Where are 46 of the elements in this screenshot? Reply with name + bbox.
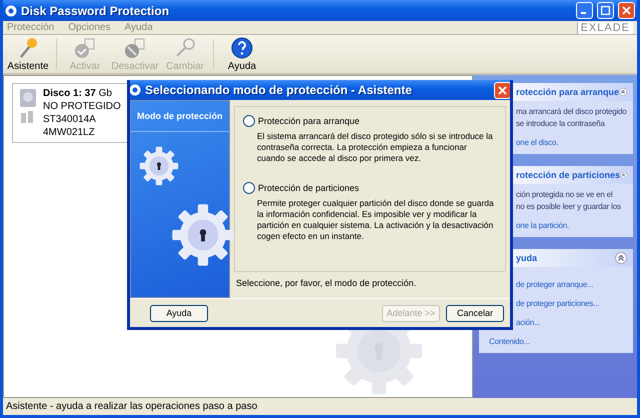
radio-option[interactable]: Protección para arranque [243,115,497,127]
window-title: Disk Password Protection [21,4,170,18]
collapse-icon[interactable] [619,86,627,98]
dialog-title: Seleccionando modo de protección - Asistente [145,83,413,97]
option-description: El sistema arrancará del disco protegido sólo si se introduce la contraseña correcta. La protección empieza a funcionar cuando se accede al disco por primera vez. [257,131,494,164]
menu-item[interactable]: Protección [7,22,54,33]
help-icon [231,36,253,58]
gear-lock-icon [139,146,179,186]
task-card-title: yuda [516,253,538,263]
radio-option[interactable]: Protección de particiones [243,182,497,194]
disk-name: Disco 1: 37 Gb [43,87,113,100]
task-description: ma arrancará del disco protegido [515,106,628,117]
collapse-icon[interactable] [620,169,627,181]
disk-serial: 4MW021LZ [43,126,96,139]
radio-button[interactable] [243,182,255,194]
close-button[interactable] [618,2,635,19]
gear-lock-icon [171,203,235,267]
close-icon [498,86,507,94]
close-icon [622,6,631,15]
radio-button[interactable] [243,115,255,127]
menu-item[interactable]: Opciones [68,22,110,33]
task-card-title: rotección para arranque [516,87,620,97]
task-link[interactable]: Contenido... [479,336,633,347]
minimize-button[interactable] [576,2,593,19]
toolbar-button[interactable]: Ayuda [217,35,267,73]
dialog-button[interactable]: Ayuda [150,304,208,322]
step-title: Modo de protección [137,111,222,121]
maximize-icon [601,6,610,15]
dialog-button[interactable]: Cancelar [446,304,504,322]
app-icon [130,84,141,96]
logo: EXLADE [576,22,633,34]
disk-model: ST340014A [43,113,97,126]
collapse-icon[interactable] [615,252,627,264]
option-description: Permite proteger cualquier partición del disco donde se guarda la información confidencial. Es imposible ver y modificar la partición en cualquier sistema. La activación y la desactivación cogen efecto en un instante. [257,198,495,242]
status-text: Asistente - ayuda a realizar las operaciones paso a paso [6,401,258,412]
task-description: ción protegida no se ve en el [515,189,614,200]
menu-item[interactable]: Ayuda [124,22,153,33]
lock-check-icon [73,36,97,58]
toolbar-button[interactable]: Asistente [3,35,53,73]
maximize-button[interactable] [597,2,614,19]
task-card-title: rotección de particiones [516,170,620,180]
close-button[interactable] [494,82,510,98]
app-icon [5,4,17,16]
disk-status: NO PROTEGIDO [43,100,121,113]
hint-text: Seleccione, por favor, el modo de protección. [235,278,418,290]
task-description: se introduce la contraseña [515,118,606,129]
